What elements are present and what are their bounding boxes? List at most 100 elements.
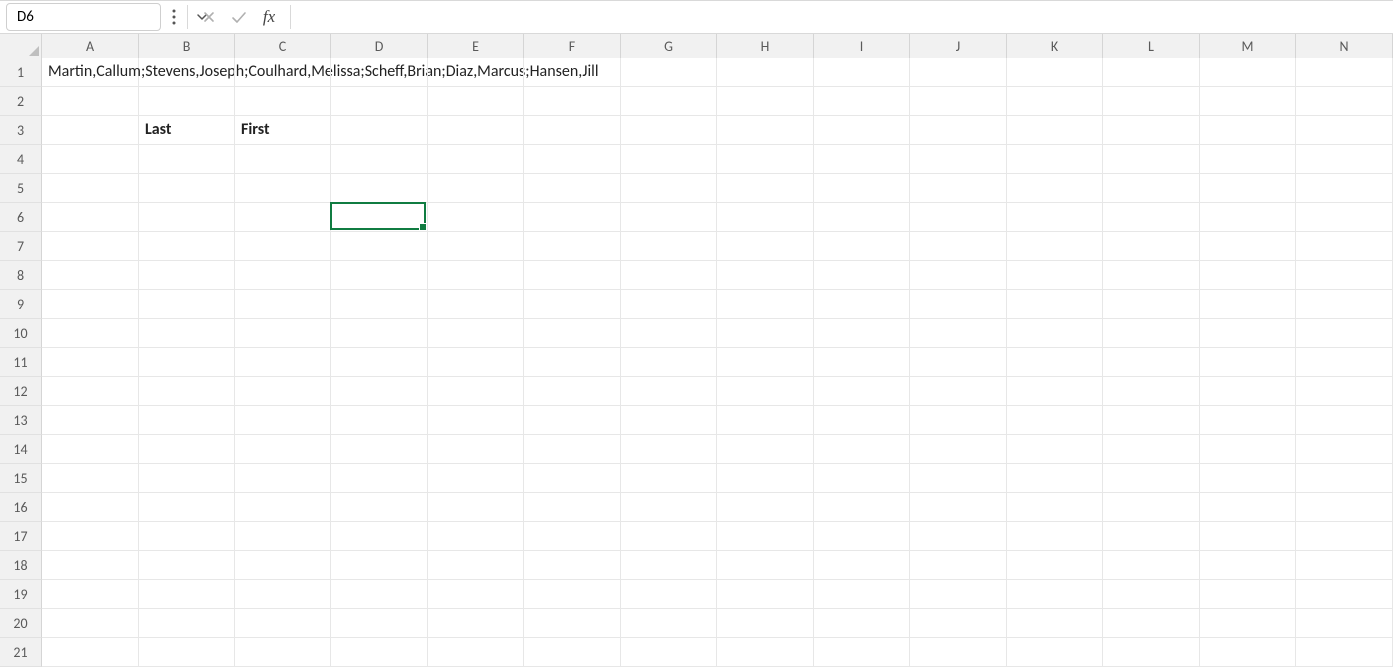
- cell-I19[interactable]: [814, 580, 910, 609]
- cell-K8[interactable]: [1007, 261, 1103, 290]
- cell-A2[interactable]: [42, 87, 139, 116]
- cell-K6[interactable]: [1007, 203, 1103, 232]
- cell-B1[interactable]: [139, 58, 235, 87]
- row-header-21[interactable]: 21: [0, 638, 42, 667]
- column-header-N[interactable]: N: [1296, 34, 1393, 58]
- cell-F2[interactable]: [524, 87, 621, 116]
- cell-C9[interactable]: [235, 290, 331, 319]
- cell-F19[interactable]: [524, 580, 621, 609]
- cell-A18[interactable]: [42, 551, 139, 580]
- row-header-9[interactable]: 9: [0, 290, 42, 319]
- cell-N7[interactable]: [1296, 232, 1393, 261]
- cell-F8[interactable]: [524, 261, 621, 290]
- cell-C7[interactable]: [235, 232, 331, 261]
- cell-N11[interactable]: [1296, 348, 1393, 377]
- cell-K16[interactable]: [1007, 493, 1103, 522]
- cell-D13[interactable]: [331, 406, 428, 435]
- cell-D12[interactable]: [331, 377, 428, 406]
- cell-N19[interactable]: [1296, 580, 1393, 609]
- cell-K17[interactable]: [1007, 522, 1103, 551]
- cell-C10[interactable]: [235, 319, 331, 348]
- cell-B8[interactable]: [139, 261, 235, 290]
- cell-J15[interactable]: [910, 464, 1007, 493]
- cell-D19[interactable]: [331, 580, 428, 609]
- cell-M10[interactable]: [1200, 319, 1296, 348]
- cell-A6[interactable]: [42, 203, 139, 232]
- cell-B20[interactable]: [139, 609, 235, 638]
- cell-H1[interactable]: [717, 58, 814, 87]
- cell-G1[interactable]: [621, 58, 717, 87]
- cell-H8[interactable]: [717, 261, 814, 290]
- cell-I21[interactable]: [814, 638, 910, 667]
- cell-D6[interactable]: [331, 203, 428, 232]
- cell-B21[interactable]: [139, 638, 235, 667]
- cell-F21[interactable]: [524, 638, 621, 667]
- cell-D15[interactable]: [331, 464, 428, 493]
- cell-F1[interactable]: [524, 58, 621, 87]
- cell-A1[interactable]: Martin,Callum;Stevens,Joseph;Coulhard,Me…: [42, 58, 139, 87]
- cell-N18[interactable]: [1296, 551, 1393, 580]
- cell-C19[interactable]: [235, 580, 331, 609]
- cell-D11[interactable]: [331, 348, 428, 377]
- cell-G13[interactable]: [621, 406, 717, 435]
- cell-B5[interactable]: [139, 174, 235, 203]
- cell-J16[interactable]: [910, 493, 1007, 522]
- cell-G12[interactable]: [621, 377, 717, 406]
- cell-F20[interactable]: [524, 609, 621, 638]
- cell-F7[interactable]: [524, 232, 621, 261]
- cell-K18[interactable]: [1007, 551, 1103, 580]
- row-header-7[interactable]: 7: [0, 232, 42, 261]
- cell-I15[interactable]: [814, 464, 910, 493]
- cell-L10[interactable]: [1103, 319, 1200, 348]
- cell-M18[interactable]: [1200, 551, 1296, 580]
- cell-J8[interactable]: [910, 261, 1007, 290]
- row-header-20[interactable]: 20: [0, 609, 42, 638]
- cell-E3[interactable]: [428, 116, 524, 145]
- cell-J3[interactable]: [910, 116, 1007, 145]
- row-header-3[interactable]: 3: [0, 116, 42, 145]
- column-header-I[interactable]: I: [814, 34, 910, 58]
- cell-A21[interactable]: [42, 638, 139, 667]
- column-header-D[interactable]: D: [331, 34, 428, 58]
- cell-N5[interactable]: [1296, 174, 1393, 203]
- cell-L15[interactable]: [1103, 464, 1200, 493]
- name-box[interactable]: [6, 3, 161, 31]
- cell-I5[interactable]: [814, 174, 910, 203]
- kebab-icon[interactable]: [167, 5, 181, 29]
- cell-E15[interactable]: [428, 464, 524, 493]
- cell-J14[interactable]: [910, 435, 1007, 464]
- row-header-4[interactable]: 4: [0, 145, 42, 174]
- cell-F3[interactable]: [524, 116, 621, 145]
- cell-E5[interactable]: [428, 174, 524, 203]
- cell-M20[interactable]: [1200, 609, 1296, 638]
- cell-J19[interactable]: [910, 580, 1007, 609]
- cell-K9[interactable]: [1007, 290, 1103, 319]
- cell-L19[interactable]: [1103, 580, 1200, 609]
- cell-C14[interactable]: [235, 435, 331, 464]
- cell-A5[interactable]: [42, 174, 139, 203]
- cell-F11[interactable]: [524, 348, 621, 377]
- cell-M1[interactable]: [1200, 58, 1296, 87]
- cell-C5[interactable]: [235, 174, 331, 203]
- cell-E14[interactable]: [428, 435, 524, 464]
- row-header-18[interactable]: 18: [0, 551, 42, 580]
- cell-L13[interactable]: [1103, 406, 1200, 435]
- cell-G2[interactable]: [621, 87, 717, 116]
- cell-N6[interactable]: [1296, 203, 1393, 232]
- cell-E11[interactable]: [428, 348, 524, 377]
- cell-J11[interactable]: [910, 348, 1007, 377]
- cell-L3[interactable]: [1103, 116, 1200, 145]
- column-header-E[interactable]: E: [428, 34, 524, 58]
- cell-C13[interactable]: [235, 406, 331, 435]
- cell-J20[interactable]: [910, 609, 1007, 638]
- column-header-M[interactable]: M: [1200, 34, 1296, 58]
- cell-I3[interactable]: [814, 116, 910, 145]
- cell-N10[interactable]: [1296, 319, 1393, 348]
- cell-A3[interactable]: [42, 116, 139, 145]
- cell-K1[interactable]: [1007, 58, 1103, 87]
- cell-M12[interactable]: [1200, 377, 1296, 406]
- cell-E17[interactable]: [428, 522, 524, 551]
- cell-F17[interactable]: [524, 522, 621, 551]
- cell-D3[interactable]: [331, 116, 428, 145]
- cell-L4[interactable]: [1103, 145, 1200, 174]
